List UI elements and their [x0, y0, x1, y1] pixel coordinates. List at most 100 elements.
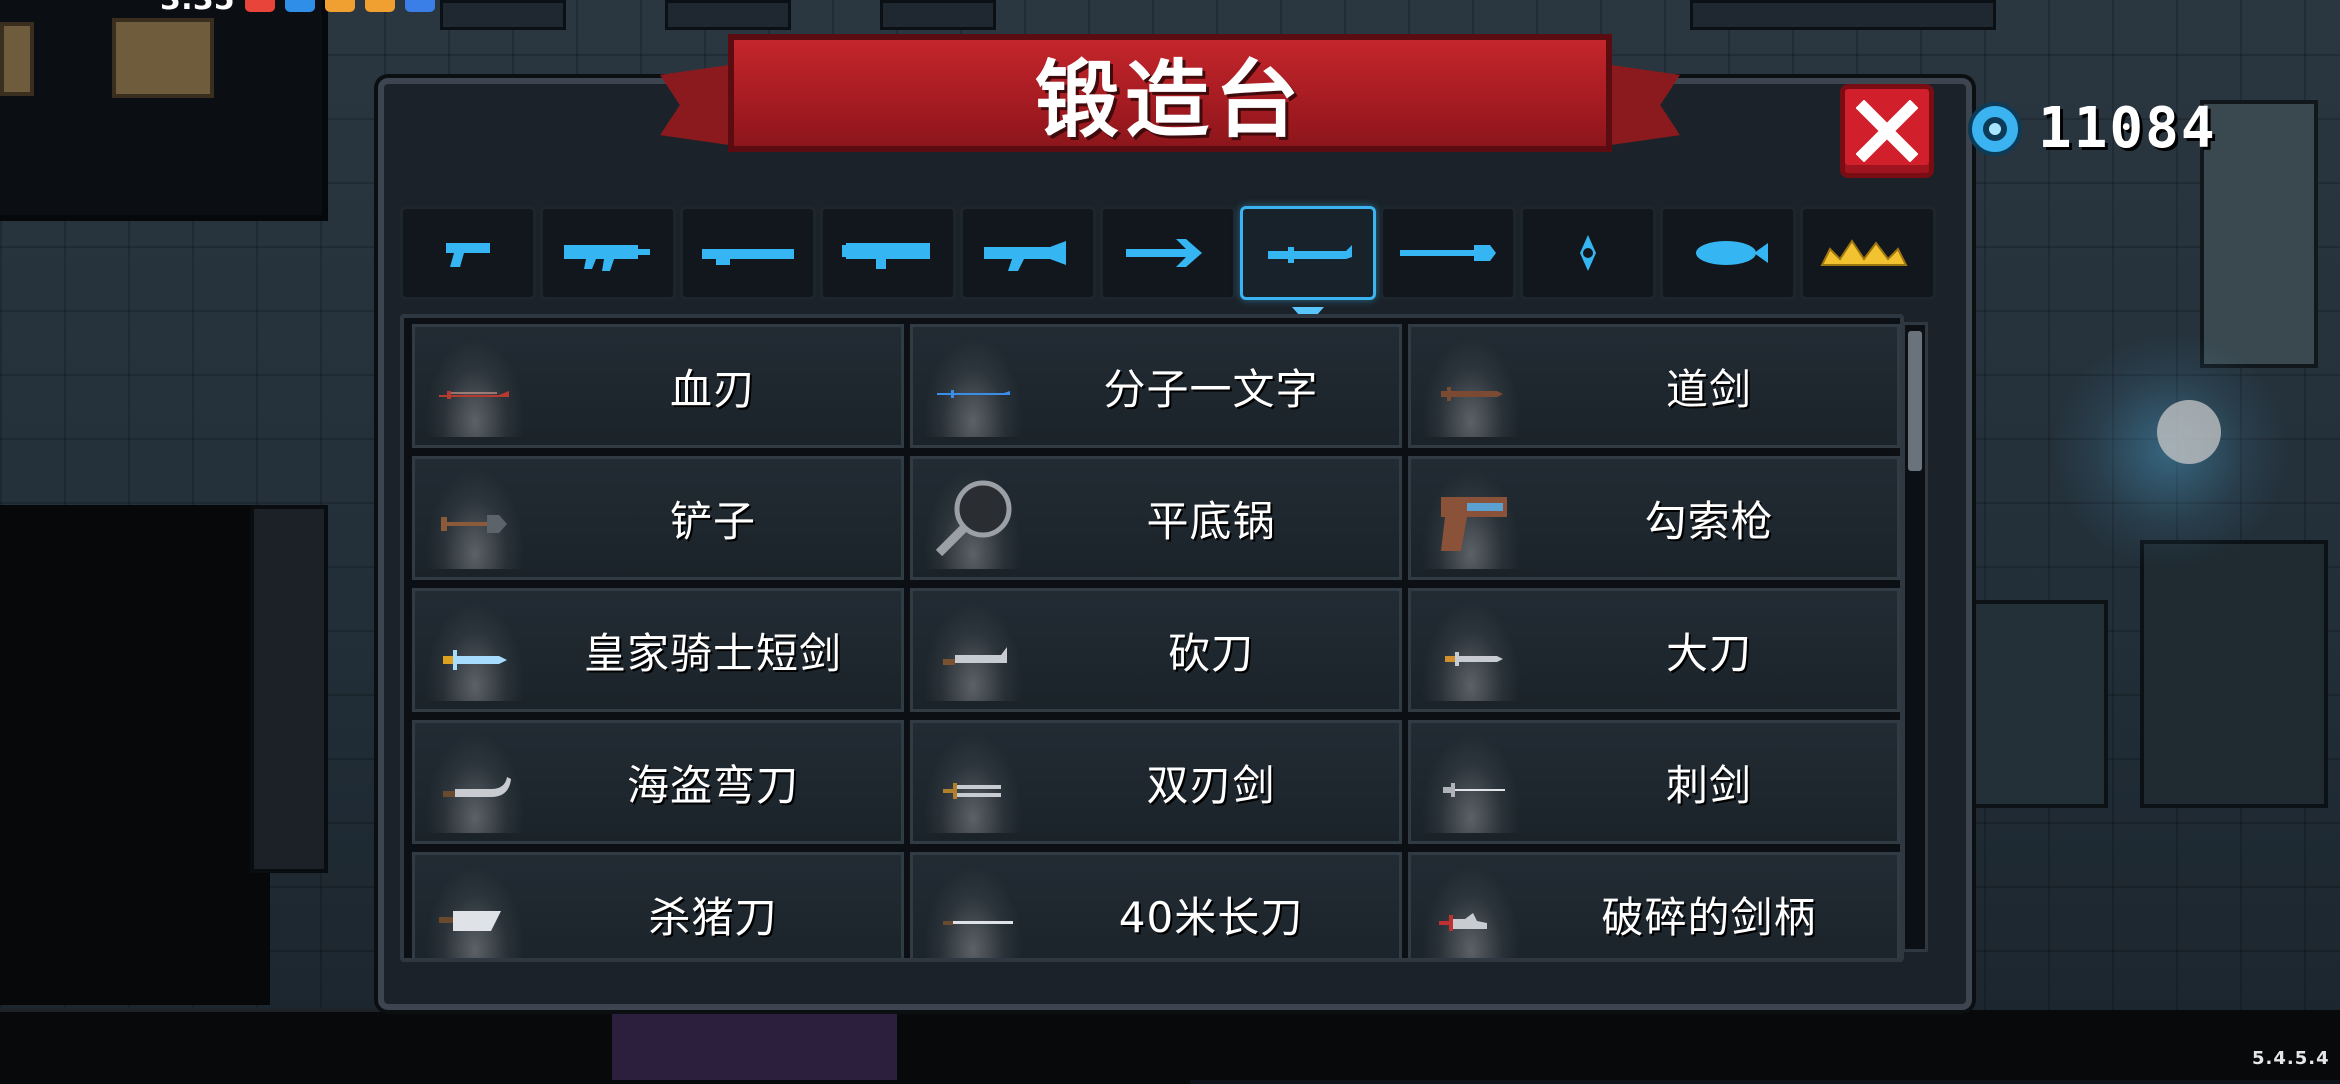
tab-other[interactable]: [1660, 206, 1796, 300]
notice-board: [112, 18, 214, 98]
shotgun-icon: [702, 249, 794, 265]
broadsword-icon: [1445, 652, 1503, 666]
double-blade-icon: [943, 783, 1001, 799]
version-label: 5.4.5.4: [2252, 1048, 2330, 1069]
notification-icon: [365, 0, 395, 12]
weapon-name: 平底锅: [1146, 496, 1276, 546]
weapon-item[interactable]: 破碎的剑柄: [1408, 852, 1900, 958]
machine: [2140, 540, 2328, 808]
weapon-name: 砍刀: [1167, 628, 1254, 678]
panel-title: 锻造台: [1034, 50, 1305, 149]
machete-icon: [943, 647, 1007, 665]
title-banner: 锻造台: [728, 34, 1612, 152]
tab-laser[interactable]: [960, 206, 1096, 300]
tab-bow[interactable]: [1100, 206, 1236, 300]
gem-icon: [1968, 101, 2022, 156]
crown-icon: [1820, 239, 1908, 266]
tab-shotgun[interactable]: [680, 206, 816, 300]
close-icon: [1856, 100, 1918, 162]
long-blade-icon: [943, 921, 1013, 925]
floor-edge: [1190, 1010, 2340, 1080]
joystick[interactable]: [2157, 400, 2221, 464]
weapon-name: 皇家骑士短剑: [583, 628, 842, 678]
tab-throwing[interactable]: [1520, 206, 1656, 300]
royal-shortsword-icon: [443, 650, 507, 670]
weapon-name: 大刀: [1665, 628, 1752, 678]
laser-icon: [984, 241, 1066, 271]
weapon-name: 勾索枪: [1644, 496, 1774, 546]
weapon-item[interactable]: 砍刀: [910, 588, 1402, 712]
weapon-name: 双刃剑: [1146, 760, 1276, 810]
weapon-name: 海盗弯刀: [626, 760, 799, 810]
close-button[interactable]: [1840, 84, 1934, 178]
weapon-item[interactable]: 双刃剑: [910, 720, 1402, 844]
tao-sword-icon: [1441, 387, 1503, 401]
shuriken-icon: [1580, 235, 1596, 271]
weapon-item[interactable]: 海盗弯刀: [412, 720, 904, 844]
dark-room: [0, 505, 270, 1005]
pirate-cutlass-icon: [443, 777, 511, 797]
blood-blade-icon: [439, 391, 509, 399]
tab-rifle[interactable]: [540, 206, 676, 300]
frying-pan-icon: [935, 480, 1012, 557]
weapon-item[interactable]: 皇家骑士短剑: [412, 588, 904, 712]
bottom-bar: [0, 1008, 1190, 1084]
gem-counter: 11084: [1966, 96, 2217, 161]
butcher-knife-icon: [439, 911, 501, 931]
weapon-name: 血刃: [669, 364, 756, 414]
wall-block: [665, 0, 791, 30]
molecular-katana-icon: [937, 390, 1010, 398]
rifle-icon: [564, 245, 650, 271]
weapon-item[interactable]: 铲子: [412, 456, 904, 580]
tab-spear[interactable]: [1380, 206, 1516, 300]
gem-count: 11084: [2038, 96, 2217, 161]
weapon-item[interactable]: 大刀: [1408, 588, 1900, 712]
fish-icon: [1696, 241, 1768, 265]
wall-block: [1690, 0, 1996, 30]
weapon-item[interactable]: 杀猪刀: [412, 852, 904, 958]
blueprint-table: [1960, 600, 2108, 808]
scrollbar-thumb[interactable]: [1908, 331, 1922, 471]
machine: [2200, 100, 2318, 368]
weapon-item[interactable]: 血刃: [412, 324, 904, 448]
tab-pistol[interactable]: [400, 206, 536, 300]
launcher-icon: [842, 243, 930, 269]
bottom-portal: [612, 1008, 897, 1080]
weapon-grid: 血刃 分子一文字 道剑 铲子 平底锅 勾索枪 皇家骑士短剑 砍刀 大刀 海盗弯刀…: [412, 324, 1900, 958]
weapon-name: 杀猪刀: [648, 892, 778, 942]
pistol-icon: [446, 243, 490, 267]
weapon-item[interactable]: 勾索枪: [1408, 456, 1900, 580]
tab-special[interactable]: [1800, 206, 1936, 300]
wall-painting: [0, 22, 34, 96]
wall-block: [440, 0, 566, 30]
status-notification-icons: [245, 0, 435, 12]
weapon-list-scrollbar[interactable]: [1902, 322, 1928, 952]
weapon-name: 道剑: [1665, 364, 1752, 414]
rapier-icon: [1443, 783, 1505, 797]
weapon-item[interactable]: 40米长刀: [910, 852, 1402, 958]
weapon-name: 破碎的剑柄: [1601, 892, 1817, 942]
tab-melee[interactable]: [1240, 206, 1376, 325]
notification-icon: [245, 0, 275, 12]
notification-icon: [285, 0, 315, 12]
grapple-gun-icon: [1441, 497, 1507, 551]
weapon-item[interactable]: 刺剑: [1408, 720, 1900, 844]
bow-icon: [1126, 239, 1202, 267]
notification-icon: [325, 0, 355, 12]
notification-icon: [405, 0, 435, 12]
tab-launcher[interactable]: [820, 206, 956, 300]
weapon-item[interactable]: 平底锅: [910, 456, 1402, 580]
status-time: 3:35: [160, 0, 235, 17]
weapon-list: 血刃 分子一文字 道剑 铲子 平底锅 勾索枪 皇家骑士短剑 砍刀 大刀 海盗弯刀…: [400, 314, 1904, 962]
weapon-item[interactable]: 道剑: [1408, 324, 1900, 448]
spear-icon: [1400, 245, 1496, 261]
weapon-name: 铲子: [669, 496, 756, 546]
weapon-name: 40米长刀: [1118, 892, 1304, 942]
weapon-name: 分子一文字: [1103, 364, 1319, 414]
wall-block: [880, 0, 996, 30]
shovel-icon: [441, 515, 507, 533]
weapon-item[interactable]: 分子一文字: [910, 324, 1402, 448]
cabinet: [250, 505, 328, 873]
weapon-category-tabs: [400, 206, 1942, 325]
weapon-name: 刺剑: [1665, 760, 1752, 810]
